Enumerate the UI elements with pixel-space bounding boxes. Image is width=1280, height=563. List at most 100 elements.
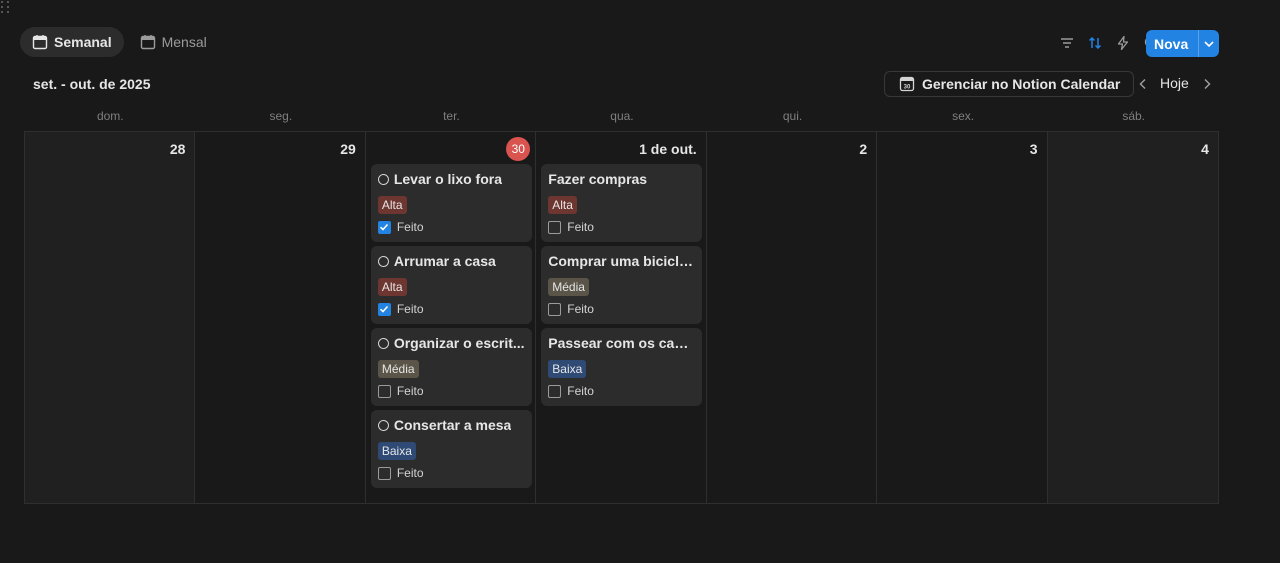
task-title-row: Comprar uma bicicleta bbox=[548, 252, 695, 270]
done-row: Feito bbox=[377, 384, 525, 398]
done-checkbox[interactable] bbox=[548, 302, 562, 316]
task-title-row: Consertar a mesa bbox=[377, 416, 525, 434]
today-date-badge: 30 bbox=[506, 137, 531, 161]
tab-monthly-label: Mensal bbox=[161, 34, 207, 50]
done-checkbox[interactable] bbox=[377, 466, 391, 480]
done-row: Feito bbox=[548, 384, 695, 398]
date-number: 28 bbox=[169, 141, 186, 157]
new-button-label: Nova bbox=[1154, 35, 1189, 52]
day-cell-saturday[interactable]: 4 bbox=[1047, 132, 1218, 503]
tab-weekly-label: Semanal bbox=[54, 34, 112, 50]
done-label: Feito bbox=[396, 302, 424, 316]
task-list: Fazer compras Alta Feito Comprar uma bicicl… bbox=[541, 164, 703, 406]
task-title-row: Fazer compras bbox=[548, 170, 695, 188]
day-cell-wednesday[interactable]: 1 de out. Fazer compras Alta Feito Comprar … bbox=[536, 132, 707, 503]
tab-weekly[interactable]: Semanal bbox=[20, 27, 124, 57]
previous-week-button[interactable] bbox=[1134, 75, 1152, 93]
done-checkbox[interactable] bbox=[377, 220, 391, 234]
done-row: Feito bbox=[548, 302, 695, 316]
task-title: Consertar a mesa bbox=[393, 417, 512, 433]
done-row: Feito bbox=[377, 466, 525, 480]
priority-tag: Média bbox=[548, 278, 589, 296]
weekday-header: ter. bbox=[443, 109, 460, 123]
event-circle-icon bbox=[377, 173, 389, 185]
task-card[interactable]: Levar o lixo fora Alta Feito bbox=[370, 164, 532, 242]
event-circle-icon bbox=[377, 255, 389, 267]
priority-tag: Baixa bbox=[377, 442, 416, 460]
today-button[interactable]: Hoje bbox=[1156, 75, 1193, 93]
day-cell-thursday[interactable]: 2 bbox=[707, 132, 878, 503]
priority-tag: Alta bbox=[377, 278, 407, 296]
view-tabs: Semanal Mensal bbox=[20, 27, 219, 57]
done-label: Feito bbox=[567, 302, 594, 316]
done-label: Feito bbox=[567, 220, 594, 234]
task-card[interactable]: Fazer compras Alta Feito bbox=[541, 164, 703, 242]
priority-tag: Média bbox=[377, 360, 419, 378]
done-checkbox[interactable] bbox=[377, 302, 391, 316]
done-label: Feito bbox=[396, 384, 424, 398]
done-row: Feito bbox=[377, 302, 525, 316]
manage-calendar-button[interactable]: 30 Gerenciar no Notion Calendar bbox=[884, 71, 1135, 97]
done-row: Feito bbox=[377, 220, 525, 234]
filter-button[interactable] bbox=[1055, 31, 1079, 55]
task-card[interactable]: Arrumar a casa Alta Feito bbox=[370, 246, 532, 324]
sort-button[interactable] bbox=[1083, 31, 1107, 55]
filter-icon bbox=[1061, 38, 1073, 48]
tab-monthly[interactable]: Mensal bbox=[128, 27, 219, 57]
event-circle-icon bbox=[377, 337, 389, 349]
event-circle-icon bbox=[377, 419, 389, 431]
date-number: 3 bbox=[1029, 141, 1038, 157]
new-button[interactable]: Nova bbox=[1146, 30, 1219, 57]
drag-handle-icon[interactable] bbox=[1, 0, 11, 14]
date-number: 1 de out. bbox=[639, 141, 697, 157]
week-grid: 28 29 30 Levar o lixo fora Alta Feito Arrum… bbox=[24, 131, 1219, 504]
chevron-right-icon bbox=[1204, 78, 1211, 90]
task-card[interactable]: Consertar a mesa Baixa Feito bbox=[370, 410, 532, 488]
chevron-left-icon bbox=[1139, 78, 1146, 90]
weekday-header: qui. bbox=[782, 109, 803, 123]
chevron-down-icon bbox=[1204, 40, 1214, 47]
task-title: Passear com os cach... bbox=[548, 335, 696, 351]
task-title: Comprar uma bicicleta bbox=[548, 253, 696, 269]
day-cell-tuesday[interactable]: 30 Levar o lixo fora Alta Feito Arrumar a c… bbox=[366, 132, 537, 503]
task-title: Arrumar a casa bbox=[393, 253, 496, 269]
done-checkbox[interactable] bbox=[548, 384, 562, 398]
done-row: Feito bbox=[548, 220, 695, 234]
task-title-row: Passear com os cach... bbox=[548, 334, 695, 352]
task-list: Levar o lixo fora Alta Feito Arrumar a casa… bbox=[370, 164, 532, 488]
task-title-row: Arrumar a casa bbox=[377, 252, 525, 270]
day-cell-friday[interactable]: 3 bbox=[877, 132, 1048, 503]
weekday-header: sáb. bbox=[1122, 109, 1145, 123]
calendar-icon bbox=[32, 35, 48, 50]
done-checkbox[interactable] bbox=[548, 220, 562, 234]
task-title-row: Levar o lixo fora bbox=[377, 170, 525, 188]
notion-calendar-icon: 30 bbox=[899, 76, 915, 92]
automation-button[interactable] bbox=[1111, 31, 1135, 55]
next-week-button[interactable] bbox=[1198, 75, 1216, 93]
weekday-headers: dom. seg. ter. qua. qui. sex. sáb. bbox=[25, 109, 1219, 125]
weekday-header: dom. bbox=[96, 109, 124, 123]
weekday-header: qua. bbox=[610, 109, 634, 123]
task-card[interactable]: Passear com os cach... Baixa Feito bbox=[541, 328, 703, 406]
priority-tag: Alta bbox=[377, 196, 407, 214]
checkmark-icon bbox=[380, 305, 389, 313]
done-label: Feito bbox=[396, 466, 424, 480]
day-cell-sunday[interactable]: 28 bbox=[25, 132, 196, 503]
done-label: Feito bbox=[396, 220, 424, 234]
weekday-header: seg. bbox=[269, 109, 293, 123]
date-number: 4 bbox=[1201, 141, 1209, 157]
task-card[interactable]: Comprar uma bicicleta Média Feito bbox=[541, 246, 703, 324]
date-number: 29 bbox=[340, 141, 356, 157]
done-label: Feito bbox=[567, 384, 594, 398]
checkmark-icon bbox=[380, 223, 389, 231]
weekday-header: sex. bbox=[952, 109, 975, 123]
day-cell-monday[interactable]: 29 bbox=[195, 132, 366, 503]
lightning-icon bbox=[1117, 35, 1129, 51]
task-card[interactable]: Organizar o escrit... Média Feito bbox=[370, 328, 532, 406]
priority-tag: Alta bbox=[548, 196, 577, 214]
new-dropdown-button[interactable] bbox=[1199, 30, 1219, 57]
done-checkbox[interactable] bbox=[377, 384, 391, 398]
manage-calendar-label: Gerenciar no Notion Calendar bbox=[922, 76, 1121, 92]
sort-icon bbox=[1088, 36, 1102, 50]
date-range-title: set. - out. de 2025 bbox=[33, 76, 151, 92]
